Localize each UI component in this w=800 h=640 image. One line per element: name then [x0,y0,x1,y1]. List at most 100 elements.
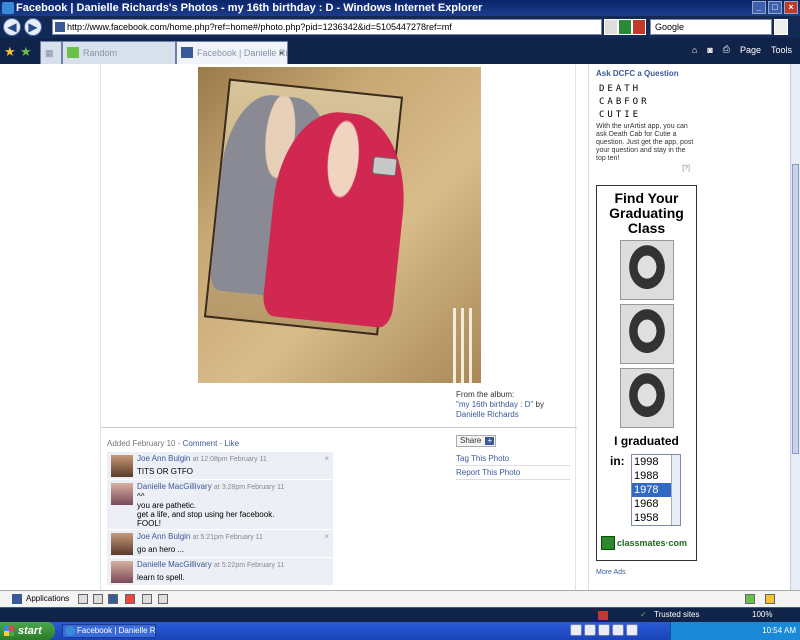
photos-icon[interactable] [78,594,88,604]
back-button[interactable]: ◀ [3,18,21,36]
share-label: Share [460,436,482,445]
classmates-ad[interactable]: Find Your Graduating Class I graduated i… [596,185,697,561]
zone-indicator[interactable]: ✓ Trusted sites [640,608,700,622]
status-bar: ✓ Trusted sites 100% [0,607,800,622]
maximize-button[interactable]: □ [768,1,782,14]
comment-text: ^^ [137,492,145,501]
media-controls [570,624,638,636]
windows-taskbar: start Facebook | Danielle R... 10:54 AM [0,622,800,640]
close-tab-icon[interactable]: × [279,42,284,64]
album-info: From the album: "my 16th birthday : D" b… [456,390,571,420]
add-favorites-icon[interactable]: ★ [20,44,32,60]
share-button[interactable]: Share + [456,435,497,447]
checkmark-icon: ✓ [640,610,647,619]
volume-icon[interactable] [626,624,638,636]
like-link[interactable]: Like [224,439,239,448]
ie-icon [65,626,75,636]
next-icon[interactable] [612,624,624,636]
ie-icon [2,2,14,14]
forward-button[interactable]: ▶ [24,18,42,36]
home-icon[interactable]: ⌂ [692,45,697,55]
tag-photo-link[interactable]: Tag This Photo [456,452,570,466]
start-button[interactable]: start [0,622,55,640]
refresh-icon[interactable] [618,19,632,35]
links-icon[interactable] [158,594,168,604]
more-ads-link[interactable]: More Ads [596,569,626,576]
quick-tabs-button[interactable]: ▦ [40,41,62,64]
play-icon[interactable] [598,624,610,636]
avatar[interactable] [111,455,133,477]
page-scrollbar[interactable] [790,64,800,590]
tab-favicon-icon [67,47,79,58]
security-icon[interactable] [598,611,608,620]
notifications-icon[interactable] [765,594,775,604]
window-title: Facebook | Danielle Richards's Photos - … [16,2,483,14]
comment-text: go an hero ... [137,545,185,554]
groups-icon[interactable] [93,594,103,604]
close-window-button[interactable]: × [784,1,798,14]
comment-author[interactable]: Danielle MacGillivary [137,482,212,491]
delete-comment-icon[interactable]: × [324,532,329,541]
tab-facebook[interactable]: Facebook | Danielle Richa... × [176,41,288,64]
camera-image [371,156,398,177]
page-menu[interactable]: Page [740,45,761,55]
avatar[interactable] [111,533,133,555]
delete-comment-icon[interactable]: × [324,454,329,463]
facebook-favicon-icon [181,47,193,58]
report-photo-link[interactable]: Report This Photo [456,466,570,480]
avatar[interactable] [111,561,133,583]
facebook-icon [12,594,22,604]
favorites-star-icon[interactable]: ★ [4,44,16,60]
avatar[interactable] [111,483,133,505]
notes-icon[interactable] [142,594,152,604]
zone-label: Trusted sites [654,610,700,619]
previous-icon[interactable] [584,624,596,636]
dcfc-line: CUTIE [599,110,642,120]
search-icon[interactable] [774,19,788,35]
taskbar-item-ie[interactable]: Facebook | Danielle R... [62,624,156,638]
album-link[interactable]: "my 16th birthday : D" [456,400,533,409]
help-link[interactable]: [?] [682,165,690,172]
comment-author[interactable]: Joe Ann Bulgin [137,532,190,541]
print-icon[interactable]: ⎙ [723,44,730,55]
stop-media-icon[interactable] [570,624,582,636]
applications-button[interactable]: Applications [12,591,69,606]
classmates-logo: classmates·com [601,536,687,550]
comment-time: at 3:28pm February 11 [213,484,285,491]
address-dropdown-icon[interactable] [604,19,618,35]
ad-sidebar: Ask DCFC a Question DEATH CABFOR CUTIE Wit… [588,64,700,590]
clock[interactable]: 10:54 AM [762,626,796,635]
search-input[interactable]: Google [650,19,772,35]
comment-author[interactable]: Danielle MacGillivary [137,560,212,569]
comment-time: at 5:22pm February 11 [213,562,285,569]
main-photo[interactable] [198,67,481,383]
tab-random[interactable]: Random [62,41,176,64]
classmates-logo-icon [601,536,615,550]
year-scrollbar[interactable] [671,455,680,525]
comment-text: TITS OR GTFO [137,467,193,476]
comment-author[interactable]: Joe Ann Bulgin [137,454,190,463]
minimize-button[interactable]: _ [752,1,766,14]
classmates-brand: classmates·com [617,538,688,548]
stop-icon[interactable] [632,19,646,35]
friends-icon[interactable] [108,594,118,604]
feeds-icon[interactable]: ◙ [707,45,712,55]
facebook-app-bar: Applications [0,590,800,607]
blind-rod [461,308,464,383]
tools-menu[interactable]: Tools [771,45,792,55]
year-select[interactable]: 1998 1988 1978 1968 1958 [631,454,681,526]
events-icon[interactable] [125,594,135,604]
chat-icon[interactable] [745,594,755,604]
scrollbar-thumb[interactable] [792,164,799,454]
ad-graduated-text: I graduated [614,434,679,448]
ask-dcfc-title[interactable]: Ask DCFC a Question [596,69,679,78]
facebook-favicon-icon [55,22,65,32]
dcfc-logo[interactable]: DEATH CABFOR CUTIE [599,83,650,122]
author-link[interactable]: Danielle Richards [456,410,519,419]
zoom-level[interactable]: 100% [752,608,772,622]
comment-item: Danielle MacGillivary at 3:28pm February… [107,480,333,530]
ad-in-label: in: [610,454,625,468]
blind-rod [469,308,472,383]
address-input[interactable]: http://www.facebook.com/home.php?ref=hom… [52,19,602,35]
comment-link[interactable]: Comment [183,439,218,448]
